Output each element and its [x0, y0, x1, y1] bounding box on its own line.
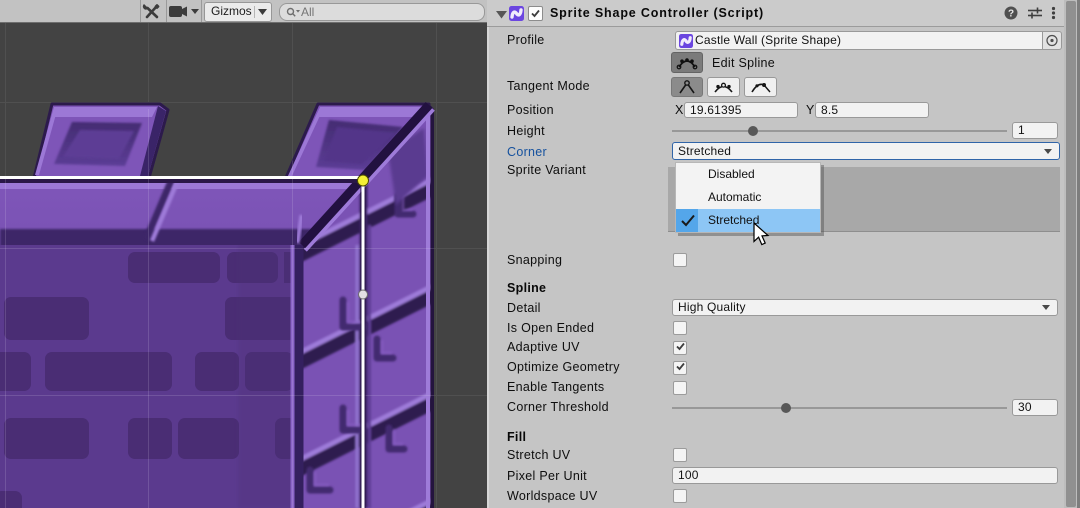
- svg-text:?: ?: [1008, 9, 1014, 20]
